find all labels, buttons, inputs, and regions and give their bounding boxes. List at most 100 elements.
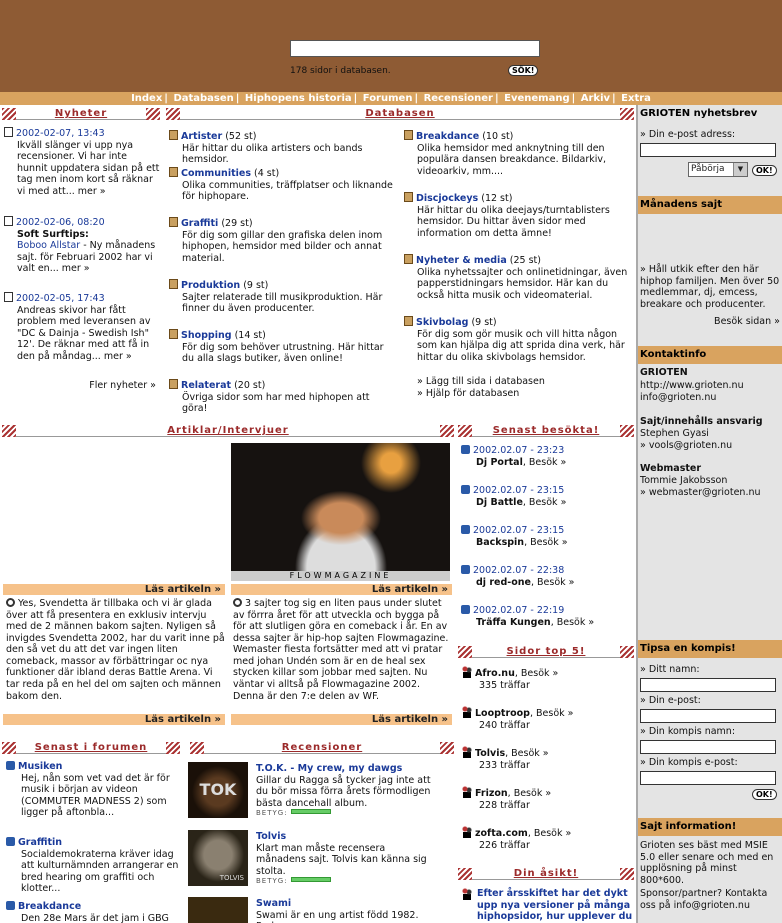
nav-index[interactable]: Index — [131, 93, 162, 104]
your-name-input[interactable] — [640, 678, 776, 692]
read-article-button[interactable]: Läs artikeln » — [231, 584, 452, 595]
db-category-link[interactable]: Skivbolag — [416, 317, 468, 328]
header-stripes — [166, 108, 180, 120]
read-article-button[interactable]: Läs artikeln » — [231, 714, 452, 725]
visited-link[interactable]: dj red-one — [461, 577, 531, 588]
ansvarig-mail[interactable]: » vools@grioten.nu — [640, 440, 780, 452]
nav-evenemang[interactable]: Evenemang — [504, 93, 569, 104]
db-category-link[interactable]: Discjockeys — [416, 193, 478, 204]
nav-historia[interactable]: Hiphopens historia — [245, 93, 352, 104]
review-cover[interactable] — [188, 897, 248, 923]
webmaster-mail[interactable]: » webmaster@grioten.nu — [640, 487, 780, 499]
nav-databasen[interactable]: Databasen — [173, 93, 233, 104]
db-category-link[interactable]: Shopping — [181, 330, 232, 341]
review-item: SwamiSwami är en ung artist född 1982. R… — [256, 898, 419, 923]
visit-link[interactable]: , Besök » — [523, 497, 567, 508]
people-icon — [461, 666, 472, 678]
friend-name-input[interactable] — [640, 740, 776, 754]
folder-icon — [169, 217, 178, 227]
header-stripes — [620, 646, 634, 658]
newsletter-select[interactable]: Påbörja ▼ — [688, 162, 748, 177]
visited-link[interactable]: Dj Portal — [461, 457, 523, 468]
more-news-link[interactable]: Fler nyheter » — [60, 380, 156, 392]
news-link[interactable]: Boboo Allstar — [17, 240, 80, 251]
db-category: Produktion (9 st) Sajter relaterade till … — [169, 279, 395, 315]
search-button[interactable]: SÖK! — [508, 65, 539, 76]
site-header: 178 sidor i databasen. SÖK! — [0, 0, 782, 92]
db-category-link[interactable]: Graffiti — [181, 218, 218, 229]
nav-arkiv[interactable]: Arkiv — [581, 93, 610, 104]
db-category-link[interactable]: Relaterat — [181, 380, 231, 391]
read-article-button[interactable]: Läs artikeln » — [3, 584, 225, 595]
db-category-link[interactable]: Artister — [181, 131, 222, 142]
top-link[interactable]: Frizon — [475, 788, 508, 799]
kontakt-mail[interactable]: info@grioten.nu — [640, 392, 780, 404]
poll-question[interactable]: Efter årsskiftet har det dykt upp nya ve… — [461, 888, 633, 923]
email-label: » Din e-post adress: — [640, 129, 736, 140]
help-link[interactable]: » Hjälp för databasen — [417, 388, 519, 400]
nav-forumen[interactable]: Forumen — [363, 93, 413, 104]
besokta-heading: Senast besökta! — [492, 425, 600, 436]
db-category-link[interactable]: Breakdance — [416, 131, 479, 142]
databasen-heading: Databasen — [365, 108, 435, 119]
folder-icon — [404, 130, 413, 140]
top-link[interactable]: Looptroop — [475, 708, 530, 719]
visit-link[interactable]: , Besök » — [505, 748, 549, 759]
header-stripes — [440, 425, 454, 437]
add-site-link[interactable]: » Lägg till sida i databasen — [417, 376, 545, 388]
nav-extra[interactable]: Extra — [621, 93, 651, 104]
news-item: 2002-02-06, 08:20 Soft Surftips: Boboo Al… — [4, 216, 160, 275]
nav-recensioner[interactable]: Recensioner — [424, 93, 493, 104]
visit-link[interactable]: , Besök » — [508, 788, 552, 799]
search-input[interactable] — [290, 40, 540, 57]
friend-email-input[interactable] — [640, 771, 776, 785]
news-text: Ikväll slänger vi upp nya recensioner. V… — [17, 139, 160, 197]
top-item: zofta.com, Besök » 226 träffar — [461, 826, 631, 851]
news-date[interactable]: 2002-02-07, 13:43 — [16, 128, 105, 139]
kontakt-url[interactable]: http://www.grioten.nu — [640, 380, 780, 392]
visit-link[interactable]: , Besök » — [551, 617, 595, 628]
visit-link[interactable]: , Besök » — [528, 828, 572, 839]
read-article-button[interactable]: Läs artikeln » — [3, 714, 225, 725]
visited-link[interactable]: Träffa Kungen — [461, 617, 551, 628]
review-link[interactable]: Swami — [256, 898, 291, 909]
db-category-link[interactable]: Nyheter & media — [416, 255, 507, 266]
news-date[interactable]: 2002-02-06, 08:20 — [16, 217, 105, 228]
recensioner-heading: Recensioner — [281, 742, 363, 753]
your-email-input[interactable] — [640, 709, 776, 723]
document-icon — [4, 292, 13, 302]
folder-icon — [404, 254, 413, 264]
visited-link[interactable]: Dj Battle — [461, 497, 523, 508]
newsletter-ok-button[interactable]: OK! — [752, 165, 777, 176]
article-photo[interactable]: FLOWMAGAZINE — [231, 443, 450, 581]
visit-site-link[interactable]: Besök sidan » — [640, 316, 780, 328]
tipsa-heading: Tipsa en kompis! — [638, 640, 782, 658]
tipsa-ok-button[interactable]: OK! — [752, 789, 777, 800]
visit-link[interactable]: , Besök » — [523, 457, 567, 468]
chevron-down-icon[interactable]: ▼ — [733, 163, 747, 176]
review-link[interactable]: T.O.K. - My crew, my dawgs — [256, 763, 402, 774]
forum-link[interactable]: Breakdance — [18, 901, 81, 912]
header-stripes — [620, 425, 634, 437]
top-link[interactable]: zofta.com — [475, 828, 528, 839]
db-category-link[interactable]: Produktion — [181, 280, 240, 291]
db-category: Communities (4 st) Olika communities, trä… — [169, 167, 395, 203]
forum-link[interactable]: Graffitin — [18, 837, 62, 848]
top-link[interactable]: Tolvis — [475, 748, 505, 759]
db-category-link[interactable]: Communities — [181, 168, 251, 179]
review-cover[interactable]: TOLVIS — [188, 830, 248, 886]
review-link[interactable]: Tolvis — [256, 831, 286, 842]
folder-icon — [169, 167, 178, 177]
visit-link[interactable]: , Besök » — [515, 668, 559, 679]
news-date[interactable]: 2002-02-05, 17:43 — [16, 293, 105, 304]
newsletter-email-input[interactable] — [640, 143, 776, 157]
visited-link[interactable]: Backspin — [461, 537, 524, 548]
forum-link[interactable]: Musiken — [18, 761, 62, 772]
review-cover[interactable]: TOK — [188, 762, 248, 818]
top-link[interactable]: Afro.nu — [475, 668, 515, 679]
visit-link[interactable]: , Besök » — [531, 577, 575, 588]
header-stripes — [458, 646, 472, 658]
visit-link[interactable]: , Besök » — [530, 708, 574, 719]
folder-icon — [404, 192, 413, 202]
visit-link[interactable]: , Besök » — [524, 537, 568, 548]
